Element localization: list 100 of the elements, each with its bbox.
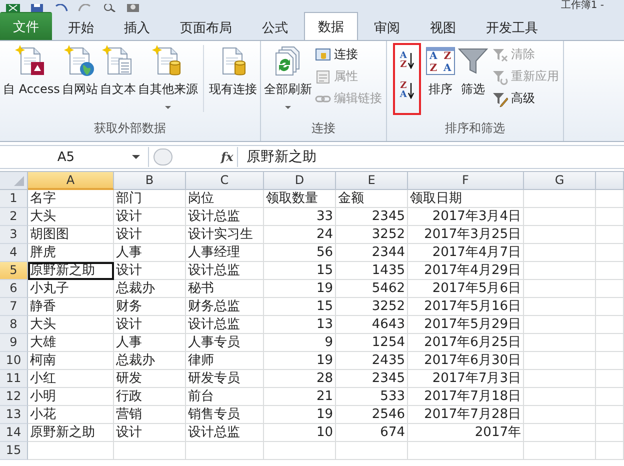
table-cell: 总裁办 [114, 280, 186, 298]
ribbon-button[interactable]: 自网站 [60, 43, 99, 100]
table-cell [596, 244, 624, 262]
sort-button[interactable]: A Z Z A 排序 [424, 43, 456, 100]
ribbon-tab[interactable]: 开始 [54, 15, 108, 40]
ribbon-tab[interactable]: 页面布局 [166, 15, 246, 40]
ribbon-tab[interactable]: 公式 [248, 15, 302, 40]
ribbon-button[interactable]: 筛选 [456, 43, 490, 100]
table-cell [524, 316, 596, 334]
name-box[interactable]: A5 [0, 147, 149, 167]
row-header[interactable]: 13 [0, 406, 28, 424]
column-header[interactable]: C [186, 172, 264, 190]
column-header[interactable]: D [264, 172, 336, 190]
ribbon-button[interactable]: 自其他来源 [136, 43, 199, 111]
table-cell: 2017年7月28日 [408, 406, 524, 424]
table-cell [596, 190, 624, 208]
table-cell: 2017年6月25日 [408, 334, 524, 352]
table-cell: 9 [264, 334, 336, 352]
ribbon-tab[interactable]: 插入 [110, 15, 164, 40]
column-header[interactable]: B [114, 172, 186, 190]
table-cell [524, 370, 596, 388]
redo-icon[interactable] [78, 4, 92, 12]
ribbon-tab[interactable]: 开发工具 [472, 15, 552, 40]
formula-field[interactable]: 原野新之助 [237, 147, 624, 167]
ribbon-button[interactable]: 自文本 [98, 43, 137, 100]
table-cell: 19 [264, 352, 336, 370]
table-cell: 2017年3月4日 [408, 208, 524, 226]
sort-button[interactable]: Z A [398, 81, 415, 101]
sort-letter: Z [400, 61, 407, 70]
table-cell: 2017年7月18日 [408, 388, 524, 406]
table-cell: 领取数量 [264, 190, 336, 208]
caret-icon [164, 106, 171, 109]
row-header[interactable]: 8 [0, 316, 28, 334]
camera-icon[interactable] [126, 4, 140, 12]
row-header[interactable]: 7 [0, 298, 28, 316]
table-cell: 研发专员 [186, 370, 264, 388]
insert-function-button[interactable]: fx [217, 150, 238, 164]
table-cell: 2017年5月16日 [408, 298, 524, 316]
table-cell: 金额 [336, 190, 408, 208]
table-cell: 胡图图 [28, 226, 114, 244]
ribbon-button[interactable]: 现有连接 [208, 43, 258, 100]
ribbon-tab[interactable]: 视图 [416, 15, 470, 40]
ribbon-tab[interactable]: 文件 [0, 12, 52, 40]
row-header[interactable]: 6 [0, 280, 28, 298]
sort-button[interactable]: A Z [398, 51, 415, 71]
ribbon-button[interactable]: 全部刷新 [262, 43, 313, 111]
resize-handle-icon[interactable] [153, 148, 173, 166]
row-header[interactable]: 2 [0, 208, 28, 226]
sort-letter: A [400, 91, 407, 100]
ribbon-button[interactable]: 自 Access [2, 43, 61, 100]
table-cell: 财务总监 [186, 298, 264, 316]
row-header[interactable]: 12 [0, 388, 28, 406]
column-header[interactable]: A [28, 172, 114, 190]
table-cell: 2435 [336, 352, 408, 370]
window-title: 工作簿1 - [560, 0, 604, 12]
excel-icon[interactable] [6, 4, 20, 12]
table-cell: 2345 [336, 370, 408, 388]
ribbon-tab[interactable]: 数据 [304, 12, 358, 40]
row-header[interactable]: 3 [0, 226, 28, 244]
row-header[interactable]: 1 [0, 190, 28, 208]
table-cell [336, 442, 408, 460]
table-cell [596, 208, 624, 226]
ribbon-button[interactable]: 高级 [490, 89, 561, 108]
column-header[interactable]: F [408, 172, 524, 190]
table-cell: 674 [336, 424, 408, 442]
table-cell: 总裁办 [114, 352, 186, 370]
table-cell: 律师 [186, 352, 264, 370]
table-cell: 设计 [114, 208, 186, 226]
column-header[interactable]: E [336, 172, 408, 190]
ribbon-button[interactable]: 连接 [312, 45, 384, 64]
table-cell: 21 [264, 388, 336, 406]
row-header[interactable]: 14 [0, 424, 28, 442]
column-header[interactable]: G [524, 172, 596, 190]
table-cell: 19 [264, 406, 336, 424]
table-cell [114, 442, 186, 460]
print-preview-icon[interactable] [102, 4, 116, 12]
table-cell: 33 [264, 208, 336, 226]
ribbon-tab[interactable]: 审阅 [360, 15, 414, 40]
table-cell [596, 226, 624, 244]
table-cell: 小花 [28, 406, 114, 424]
text-document-icon [102, 45, 134, 77]
row-header[interactable]: 9 [0, 334, 28, 352]
table-cell: 人事 [114, 244, 186, 262]
caret-icon [132, 155, 140, 159]
table-cell [596, 262, 624, 280]
save-icon[interactable] [30, 4, 44, 12]
table-cell: 部门 [114, 190, 186, 208]
undo-icon[interactable] [54, 4, 68, 12]
sort-letter: Z [400, 82, 407, 91]
table-cell: 设计总监 [186, 262, 264, 280]
table-cell: 56 [264, 244, 336, 262]
table-cell [596, 442, 624, 460]
row-header[interactable]: 11 [0, 370, 28, 388]
row-header[interactable]: 15 [0, 442, 28, 460]
table-cell: 28 [264, 370, 336, 388]
row-header[interactable]: 4 [0, 244, 28, 262]
table-cell: 胖虎 [28, 244, 114, 262]
table-cell: 领取日期 [408, 190, 524, 208]
row-header[interactable]: 5 [0, 262, 28, 280]
row-header[interactable]: 10 [0, 352, 28, 370]
